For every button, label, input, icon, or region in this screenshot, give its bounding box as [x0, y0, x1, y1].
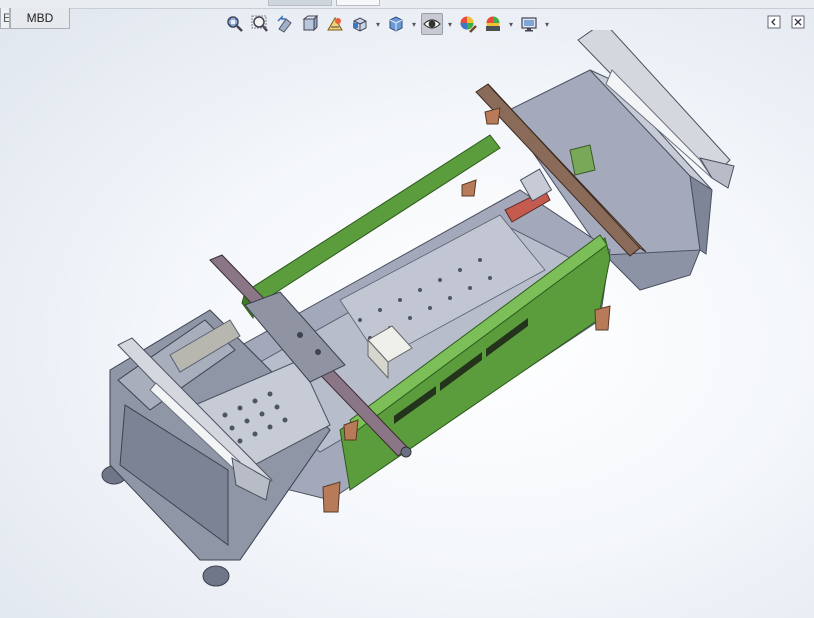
document-tabs: E MBD: [0, 8, 70, 30]
viewport-window-controls: [766, 14, 806, 30]
view-settings-dropdown[interactable]: ▾: [543, 20, 551, 29]
tab-strip-segment[interactable]: [268, 0, 332, 6]
machine-assembly-model[interactable]: [101, 30, 735, 587]
apply-scene-dropdown[interactable]: ▾: [507, 20, 515, 29]
close-window-icon: [791, 15, 805, 29]
display-style-dropdown[interactable]: ▾: [410, 20, 418, 29]
hide-show-items-dropdown[interactable]: ▾: [446, 20, 454, 29]
close-window-button[interactable]: [790, 14, 806, 30]
graphics-area[interactable]: [0, 30, 814, 618]
tab-strip-segment[interactable]: [336, 0, 380, 6]
view-orientation-dropdown[interactable]: ▾: [374, 20, 382, 29]
restore-window-button[interactable]: [766, 14, 782, 30]
top-tab-strip: [0, 0, 814, 9]
restore-window-icon: [767, 15, 781, 29]
document-tab-mbd[interactable]: MBD: [10, 8, 70, 29]
document-tab[interactable]: E: [0, 8, 10, 29]
